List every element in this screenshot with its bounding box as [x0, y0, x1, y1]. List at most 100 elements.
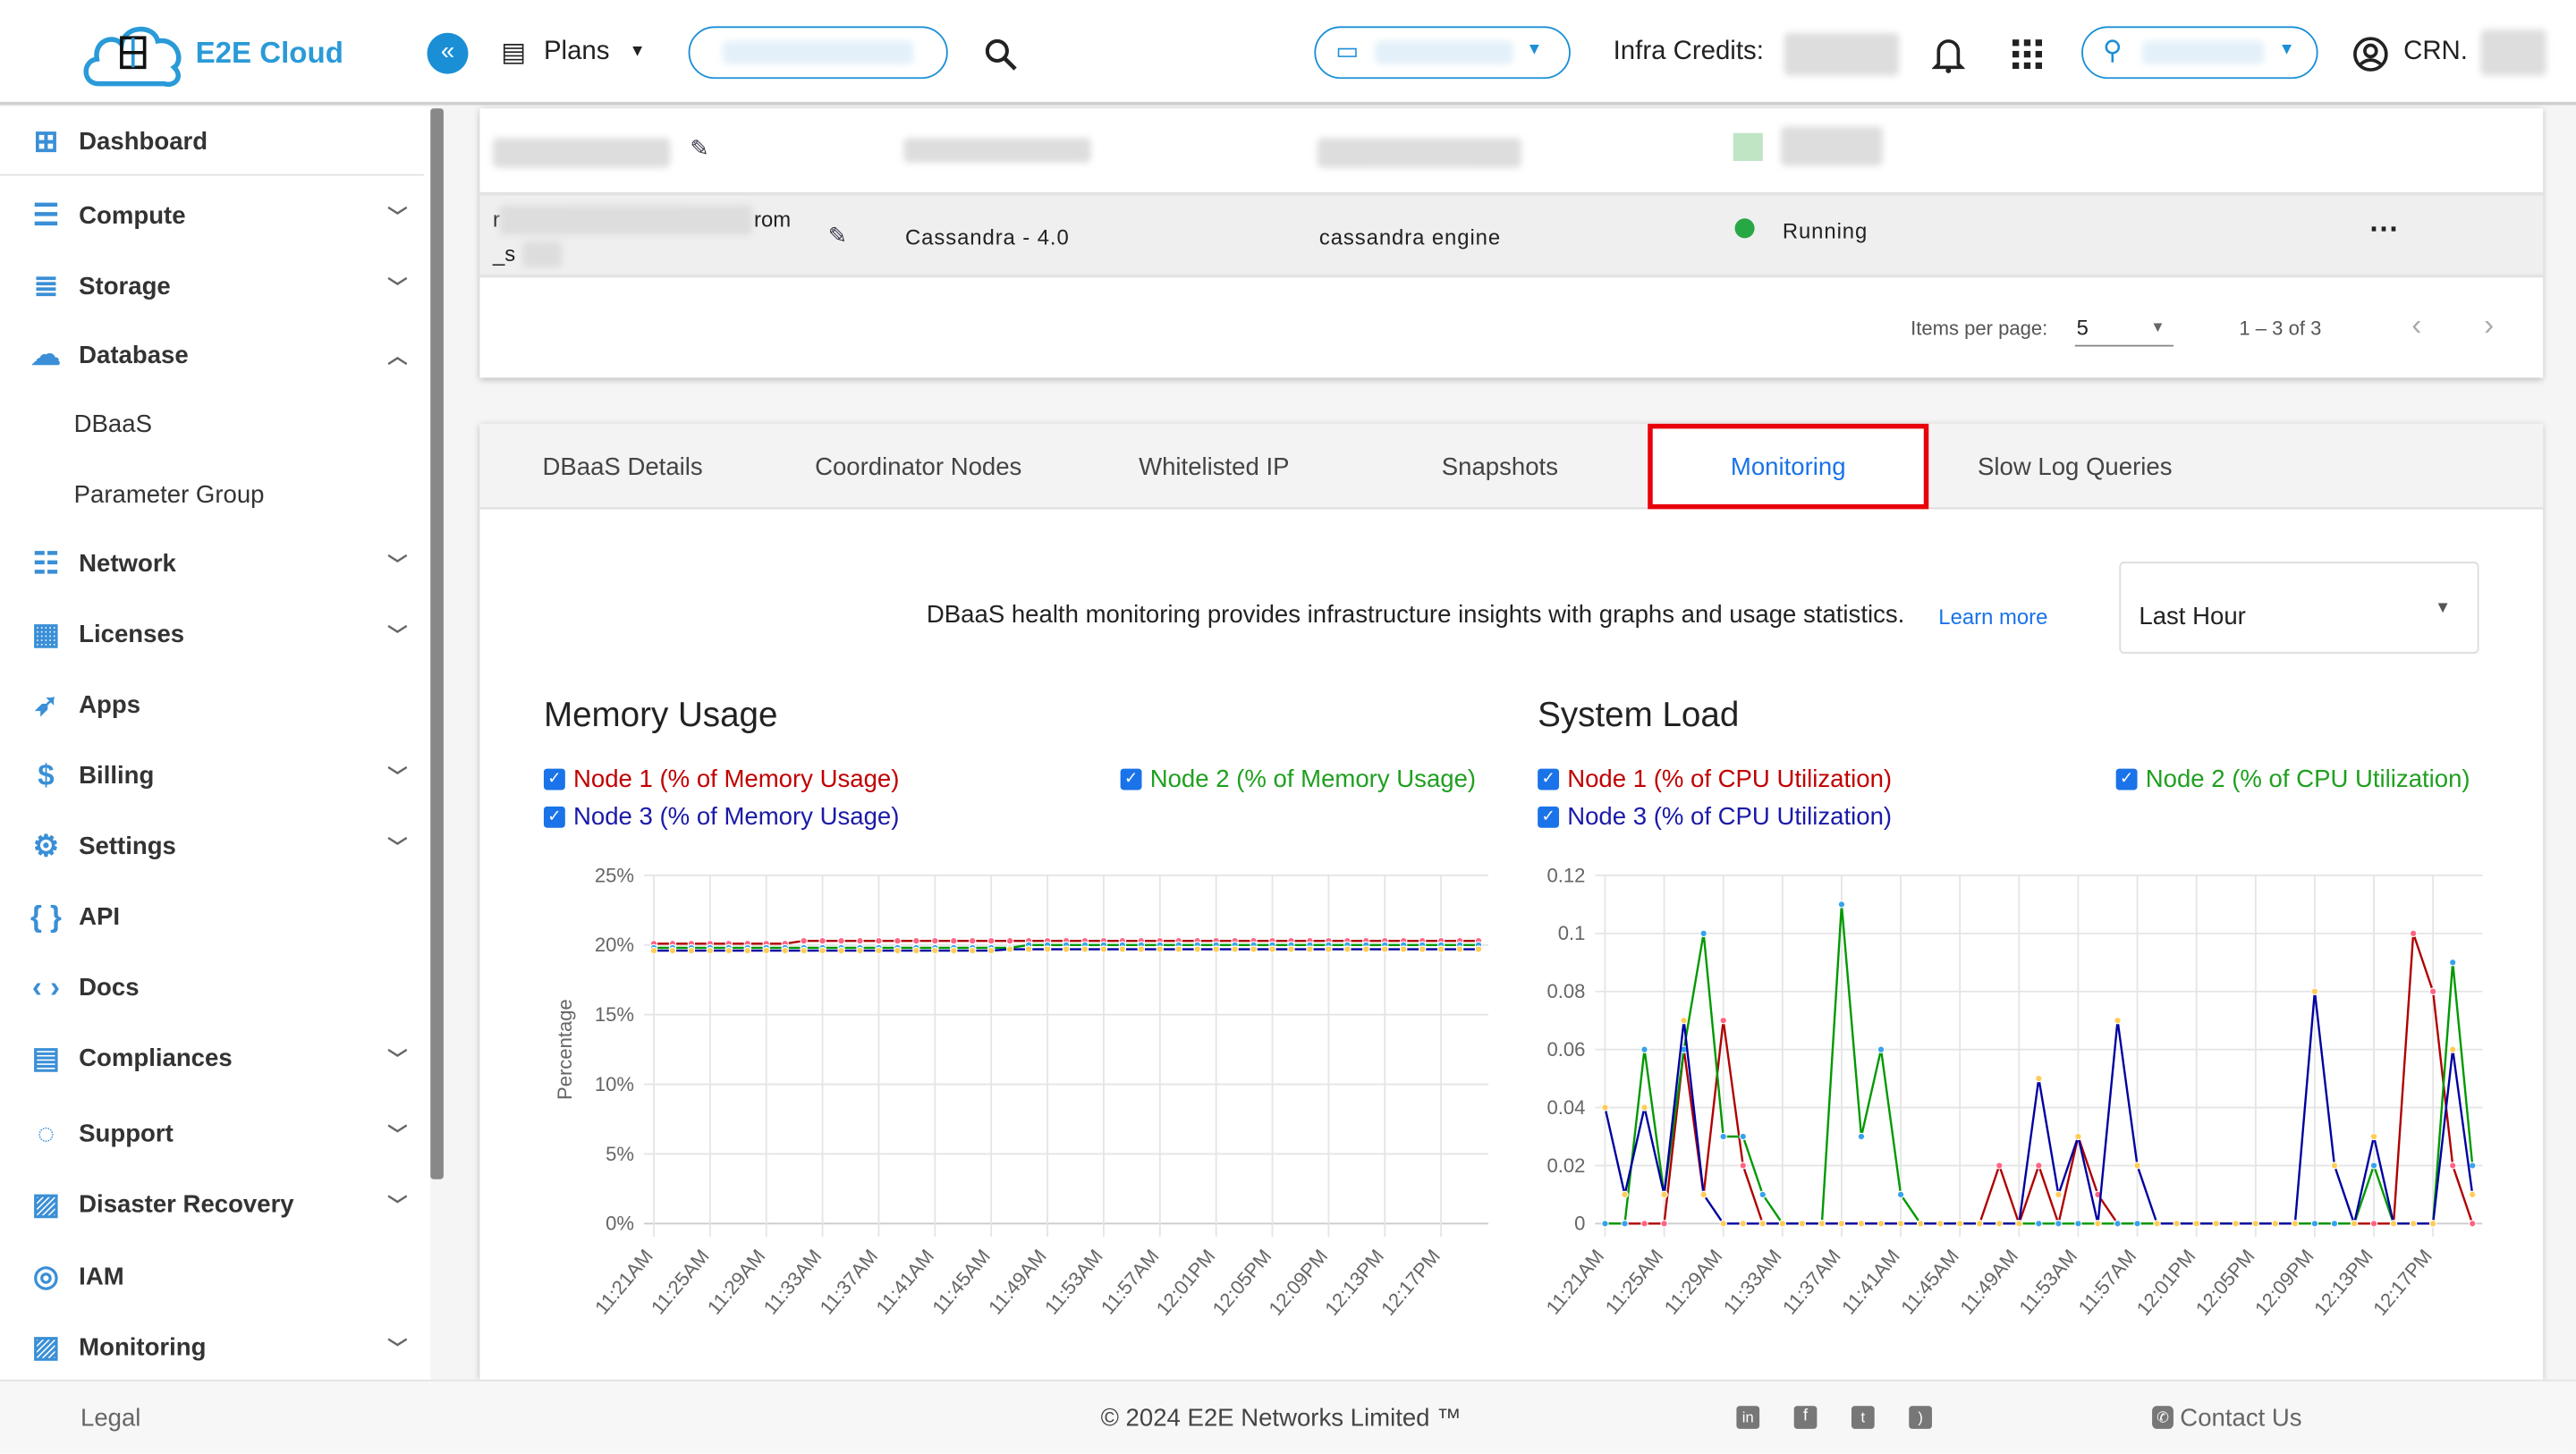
data-point-node-1: [1739, 1162, 1747, 1170]
chevron-down-icon: ﹀: [387, 1336, 408, 1359]
legend-node-2-checkbox[interactable]: ✓ Node 2 (% of Memory Usage): [1120, 765, 1476, 793]
pagination-range: 1 – 3 of 3: [2239, 317, 2322, 341]
sidebar-item-compliances[interactable]: ▤ Compliances ﹀: [0, 1025, 424, 1090]
sidebar-item-label: API: [79, 902, 121, 931]
rss-icon[interactable]: ): [1909, 1406, 1932, 1429]
tab-whitelisted-ip[interactable]: Whitelisted IP: [1072, 424, 1358, 510]
search-icon[interactable]: [984, 38, 1020, 73]
search-input[interactable]: [688, 26, 948, 80]
sidebar-subitem-dbaas[interactable]: DBaaS: [74, 410, 152, 438]
data-point-node-3: [1118, 945, 1127, 953]
chevron-down-icon: ▼: [2434, 599, 2452, 618]
more-actions-icon[interactable]: ⋯: [2369, 212, 2399, 247]
chevron-down-icon: ﹀: [387, 1193, 408, 1217]
next-page-button[interactable]: ›: [2484, 309, 2494, 343]
data-point-node-3: [1268, 945, 1276, 953]
sidebar-item-label: Dashboard: [79, 128, 208, 156]
sidebar-item-licenses[interactable]: ▦ Licenses ﹀: [0, 601, 424, 666]
code-icon: ‹ ›: [31, 969, 61, 1003]
previous-page-button[interactable]: ‹: [2411, 309, 2421, 343]
linkedin-icon[interactable]: in: [1736, 1406, 1760, 1429]
plans-menu[interactable]: Plans: [544, 38, 610, 67]
learn-more-link[interactable]: Learn more: [1938, 604, 2047, 630]
sidebar-item-network[interactable]: ☷ Network ﹀: [0, 530, 424, 596]
checkbox-checked-icon[interactable]: ✓: [543, 806, 565, 828]
tab-coordinator-nodes[interactable]: Coordinator Nodes: [766, 424, 1072, 510]
sidebar-item-storage[interactable]: ≣ Storage ﹀: [0, 253, 424, 318]
data-point-node-3: [687, 946, 696, 955]
table-row[interactable]: ✎: [479, 108, 2543, 190]
crn-label[interactable]: CRN.: [2403, 38, 2468, 67]
checkbox-checked-icon[interactable]: ✓: [1538, 806, 1560, 828]
sidebar-item-monitoring[interactable]: ▨ Monitoring ﹀: [0, 1314, 424, 1379]
data-point-node-3: [2310, 987, 2319, 995]
table-row[interactable]: r rom _s ✎ Cassandra - 4.0 cassandra eng…: [479, 191, 2544, 278]
collapse-sidebar-button[interactable]: «: [427, 32, 469, 74]
sidebar-item-iam[interactable]: ◎ IAM: [0, 1243, 424, 1308]
sidebar-item-database[interactable]: ☁ Database ︿: [0, 322, 424, 387]
checkbox-checked-icon[interactable]: ✓: [1538, 768, 1560, 790]
data-point-node-2: [2369, 1162, 2378, 1170]
sidebar-item-compute[interactable]: ☰ Compute ﹀: [0, 182, 424, 248]
checkbox-checked-icon[interactable]: ✓: [543, 768, 565, 790]
chevron-down-icon: ﹀: [387, 1122, 408, 1146]
legend-node-1-checkbox[interactable]: ✓ Node 1 (% of CPU Utilization): [1538, 765, 1892, 793]
project-select[interactable]: ▭ ▼: [1314, 26, 1571, 80]
legend-node-3-checkbox[interactable]: ✓ Node 3 (% of Memory Usage): [543, 803, 899, 831]
x-tick-label: 12:01PM: [1152, 1245, 1220, 1320]
items-per-page-label: Items per page:: [1911, 317, 2048, 341]
items-per-page-select[interactable]: 5 ▼: [2074, 309, 2174, 347]
sidebar-item-apps[interactable]: ➶ Apps: [0, 672, 424, 737]
data-point-node-3: [950, 946, 958, 955]
sidebar-scrollbar[interactable]: [430, 108, 444, 1179]
legend-node-1-checkbox[interactable]: ✓ Node 1 (% of Memory Usage): [543, 765, 899, 793]
legend-label: Node 3 (% of CPU Utilization): [1567, 803, 1893, 832]
y-tick-label: 25%: [595, 864, 634, 886]
data-point-node-2: [2469, 1162, 2477, 1170]
crn-value: [2480, 30, 2546, 76]
tab-dbaas-details[interactable]: DBaaS Details: [479, 424, 766, 510]
legend-node-2-checkbox[interactable]: ✓ Node 2 (% of CPU Utilization): [2115, 765, 2470, 793]
edit-icon[interactable]: ✎: [828, 222, 848, 249]
data-point-node-3: [1640, 1103, 1648, 1112]
data-point-node-3: [1798, 1220, 1807, 1228]
apps-grid-icon[interactable]: [2012, 39, 2043, 70]
sidebar-item-billing[interactable]: $ Billing ﹀: [0, 742, 424, 807]
data-point-node-3: [2469, 1190, 2477, 1199]
sidebar-item-docs[interactable]: ‹ › Docs: [0, 954, 424, 1019]
chevron-down-icon: ﹀: [387, 1046, 408, 1070]
facebook-icon[interactable]: f: [1793, 1406, 1818, 1429]
contact-us-link[interactable]: Contact Us: [2180, 1404, 2301, 1432]
data-point-node-3: [818, 946, 826, 955]
legend-node-3-checkbox[interactable]: ✓ Node 3 (% of CPU Utilization): [1538, 803, 1892, 831]
data-point-node-2: [2448, 959, 2457, 967]
checkbox-checked-icon[interactable]: ✓: [2115, 768, 2138, 790]
sidebar-subitem-parameter-group[interactable]: Parameter Group: [74, 481, 265, 509]
sidebar-item-dashboard[interactable]: ⊞ Dashboard: [0, 110, 424, 176]
edit-icon[interactable]: ✎: [690, 135, 709, 163]
tab-snapshots[interactable]: Snapshots: [1357, 424, 1643, 510]
e2e-logo[interactable]: [79, 15, 191, 90]
sidebar-item-disaster-recovery[interactable]: ▨ Disaster Recovery ﹀: [0, 1171, 424, 1237]
x-tick-label: 12:09PM: [1264, 1245, 1332, 1320]
sidebar-item-settings[interactable]: ⚙ Settings ﹀: [0, 813, 424, 878]
legal-link[interactable]: Legal: [80, 1404, 140, 1432]
user-account-icon[interactable]: [2352, 36, 2388, 72]
time-range-select[interactable]: Last Hour ▼: [2119, 562, 2479, 655]
sidebar-item-support[interactable]: ◌ Support ﹀: [0, 1101, 424, 1166]
bell-icon[interactable]: [1931, 36, 1965, 75]
checkbox-checked-icon[interactable]: ✓: [1120, 768, 1142, 790]
data-point-node-2: [1719, 1132, 1727, 1141]
data-point-node-3: [2428, 1220, 2437, 1228]
data-point-node-3: [2173, 1220, 2181, 1228]
top-bar: E2E Cloud « ▤ Plans ▼ ▭ ▼ Infra Credits:…: [0, 0, 2576, 106]
sidebar-item-api[interactable]: { } API: [0, 883, 424, 949]
twitter-icon[interactable]: t: [1851, 1406, 1875, 1429]
tab-monitoring[interactable]: Monitoring: [1648, 423, 1929, 510]
data-point-node-3: [762, 946, 770, 955]
location-select[interactable]: ⚲ ▼: [2081, 26, 2318, 80]
data-point-node-3: [1818, 1220, 1826, 1228]
phone-icon: ✆: [2152, 1406, 2174, 1429]
tab-slow-log-queries[interactable]: Slow Log Queries: [1932, 424, 2218, 510]
x-tick-label: 12:17PM: [2368, 1245, 2436, 1320]
